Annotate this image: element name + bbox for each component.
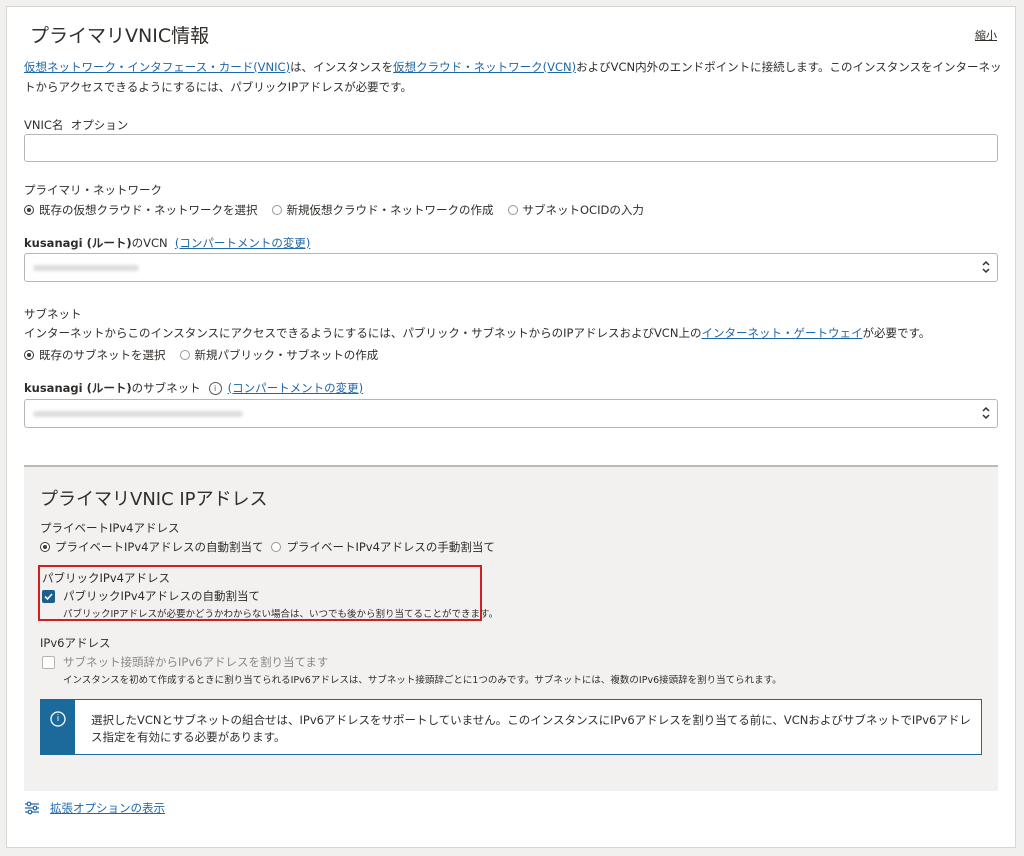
radio-manual-private-ip[interactable]: プライベートIPv4アドレスの手動割当て [271, 539, 495, 555]
radio-subnet-ocid[interactable]: サブネットOCIDの入力 [507, 202, 644, 218]
ipv6-checkbox[interactable]: サブネット接頭辞からIPv6アドレスを割り当てます [42, 654, 328, 670]
subnet-label: サブネット [24, 307, 82, 321]
section-description: 仮想ネットワーク・インタフェース・カード(VNIC)は、インスタンスを仮想クラウ… [24, 60, 1002, 94]
vcn-doc-link[interactable]: 仮想クラウド・ネットワーク(VCN) [393, 60, 576, 74]
internet-gateway-link[interactable]: インターネット・ゲートウェイ [701, 326, 862, 340]
ipv6-hint: インスタンスを初めて作成するときに割り当てられるIPv6アドレスは、サブネット接… [63, 675, 782, 686]
radio-new-vcn[interactable]: 新規仮想クラウド・ネットワークの作成 [271, 202, 494, 218]
ipv6-notice: i 選択したVCNとサブネットの組合せは、IPv6アドレスをサポートしていません… [40, 699, 982, 755]
radio-unselected-icon [271, 542, 282, 552]
panel-title: プライマリVNIC IPアドレス [40, 489, 268, 510]
radio-new-public-subnet[interactable]: 新規パブリック・サブネットの作成 [179, 347, 378, 363]
radio-unselected-icon [179, 350, 190, 360]
subnet-radio-group: 既存のサブネットを選択 新規パブリック・サブネットの作成 [24, 347, 392, 363]
primary-network-label: プライマリ・ネットワーク [24, 183, 162, 197]
section-title: プライマリVNIC情報 [30, 25, 210, 47]
radio-auto-private-ip[interactable]: プライベートIPv4アドレスの自動割当て [40, 539, 263, 555]
vnic-doc-link[interactable]: 仮想ネットワーク・インタフェース・カード(VNIC) [24, 60, 290, 74]
info-icon[interactable]: i [208, 382, 222, 395]
subnet-select-label: kusanagi (ルート)のサブネット i (コンパートメントの変更) [24, 381, 364, 395]
radio-selected-icon [24, 350, 34, 360]
vcn-select[interactable] [24, 253, 998, 282]
advanced-options-link[interactable]: 拡張オプションの表示 [24, 800, 165, 816]
subnet-select[interactable] [24, 399, 998, 428]
radio-existing-vcn[interactable]: 既存の仮想クラウド・ネットワークを選択 [24, 202, 258, 218]
checkbox-unchecked-icon [42, 655, 55, 669]
subnet-description: インターネットからこのインスタンスにアクセスできるようにするには、パブリック・サ… [24, 326, 931, 340]
primary-vnic-section: プライマリVNIC情報 縮小 仮想ネットワーク・インタフェース・カード(VNIC… [6, 6, 1016, 848]
advanced-options-label: 拡張オプションの表示 [50, 801, 165, 815]
redacted-value [33, 411, 243, 417]
vnic-name-input[interactable] [24, 134, 998, 162]
vcn-change-compartment-link[interactable]: (コンパートメントの変更) [175, 236, 310, 250]
primary-network-radio-group: 既存の仮想クラウド・ネットワークを選択 新規仮想クラウド・ネットワークの作成 サ… [24, 202, 658, 218]
private-ipv4-label: プライベートIPv4アドレス [40, 521, 180, 535]
radio-unselected-icon [507, 205, 518, 215]
ipv6-label: IPv6アドレス [40, 636, 111, 650]
select-chevron-icon [982, 406, 990, 420]
select-chevron-icon [982, 260, 990, 274]
public-ipv4-label: パブリックIPv4アドレス [42, 571, 170, 585]
primary-vnic-ip-panel: プライマリVNIC IPアドレス プライベートIPv4アドレス プライベートIP… [24, 465, 998, 791]
redacted-value [33, 265, 139, 271]
radio-selected-icon [24, 205, 34, 215]
checkbox-checked-icon [42, 589, 55, 603]
subnet-change-compartment-link[interactable]: (コンパートメントの変更) [228, 381, 363, 395]
sliders-icon [25, 801, 39, 815]
collapse-link[interactable]: 縮小 [975, 27, 997, 43]
vcn-select-label: kusanagi (ルート)のVCN (コンパートメントの変更) [24, 236, 311, 250]
radio-existing-subnet[interactable]: 既存のサブネットを選択 [24, 347, 166, 363]
notice-text: 選択したVCNとサブネットの組合せは、IPv6アドレスをサポートしていません。こ… [91, 713, 971, 744]
public-ipv4-hint: パブリックIPアドレスが必要かどうかわからない場合は、いつでも後から割り当てるこ… [63, 609, 499, 620]
vnic-name-label: VNIC名 オプション [24, 118, 129, 132]
info-icon [50, 711, 66, 727]
radio-selected-icon [40, 542, 50, 552]
radio-unselected-icon [271, 205, 282, 215]
public-ipv4-checkbox[interactable]: パブリックIPv4アドレスの自動割当て [42, 588, 260, 604]
private-ipv4-radio-group: プライベートIPv4アドレスの自動割当て プライベートIPv4アドレスの手動割当… [40, 539, 509, 555]
